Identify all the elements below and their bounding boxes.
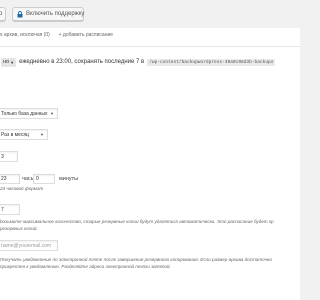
backup-type-value: Только база данных (1, 110, 48, 117)
email-placeholder: name@youremail.com (1, 242, 52, 249)
enable-support-button[interactable]: Включить поддержку (12, 7, 84, 21)
chevron-down-icon: ▼ (50, 111, 54, 116)
summary-toggle-chip[interactable]: но ▼ (1, 57, 17, 67)
email-hint-line-2: прикреплен к уведомлению. Разделяйте адр… (0, 264, 171, 269)
toolbar-button-partial[interactable]: io (0, 7, 6, 21)
time-format-hint: 24 часовой формат (0, 186, 44, 191)
keep-count-input[interactable]: 7 (0, 204, 20, 215)
keep-hint-line-1: bозьмите максимальное количество, старые… (0, 219, 274, 224)
section-divider (0, 46, 300, 47)
chevron-down-icon: ▼ (10, 59, 15, 65)
summary-text: ежедневно в 23:00, сохранять последние 7… (19, 59, 145, 65)
day-of-month-value: 3 (1, 153, 4, 160)
email-hint-line-1: Получать уведомление по электронной почт… (0, 257, 272, 262)
schedule-summary: но ▼ ежедневно в 23:00, сохранять послед… (0, 56, 276, 68)
schedule-tab-label[interactable]: s архив, исключая (0) (0, 32, 50, 38)
backup-type-select[interactable]: Только база данных ▼ (0, 108, 58, 119)
add-schedule-link[interactable]: + добавить расписание (59, 32, 113, 38)
enable-support-label: Включить поддержку (26, 11, 85, 17)
keep-count-value: 7 (1, 206, 4, 213)
minutes-value: 0 (36, 176, 39, 182)
day-of-month-input[interactable]: 3 (0, 151, 18, 162)
email-hint: Получать уведомление по электронной почт… (0, 256, 272, 270)
lock-icon (17, 10, 23, 18)
keep-hint: bозьмите максимальное количество, старые… (0, 218, 274, 232)
top-toolbar: io Включить поддержку (0, 0, 300, 28)
hours-value: 23 (1, 176, 7, 182)
frequency-value: Раз в месяц (1, 131, 29, 138)
frequency-select[interactable]: Раз в месяц ▼ (0, 129, 48, 140)
minutes-label: минуты (59, 176, 79, 182)
hours-input[interactable]: 23 (0, 174, 20, 184)
chevron-down-icon: ▼ (40, 132, 44, 137)
email-input[interactable]: name@youremail.com (0, 240, 58, 251)
minutes-input[interactable]: 0 (33, 174, 55, 184)
summary-toggle-label: но (3, 59, 10, 65)
schedule-tab-bar: s архив, исключая (0) + добавить расписа… (0, 32, 113, 38)
keep-hint-line-2: резервных копий. (0, 226, 38, 231)
backup-path: /wp-content/backupwordpress-49a0c98d3b-b… (147, 58, 276, 66)
toolbar-button-partial-label: io (0, 11, 3, 17)
